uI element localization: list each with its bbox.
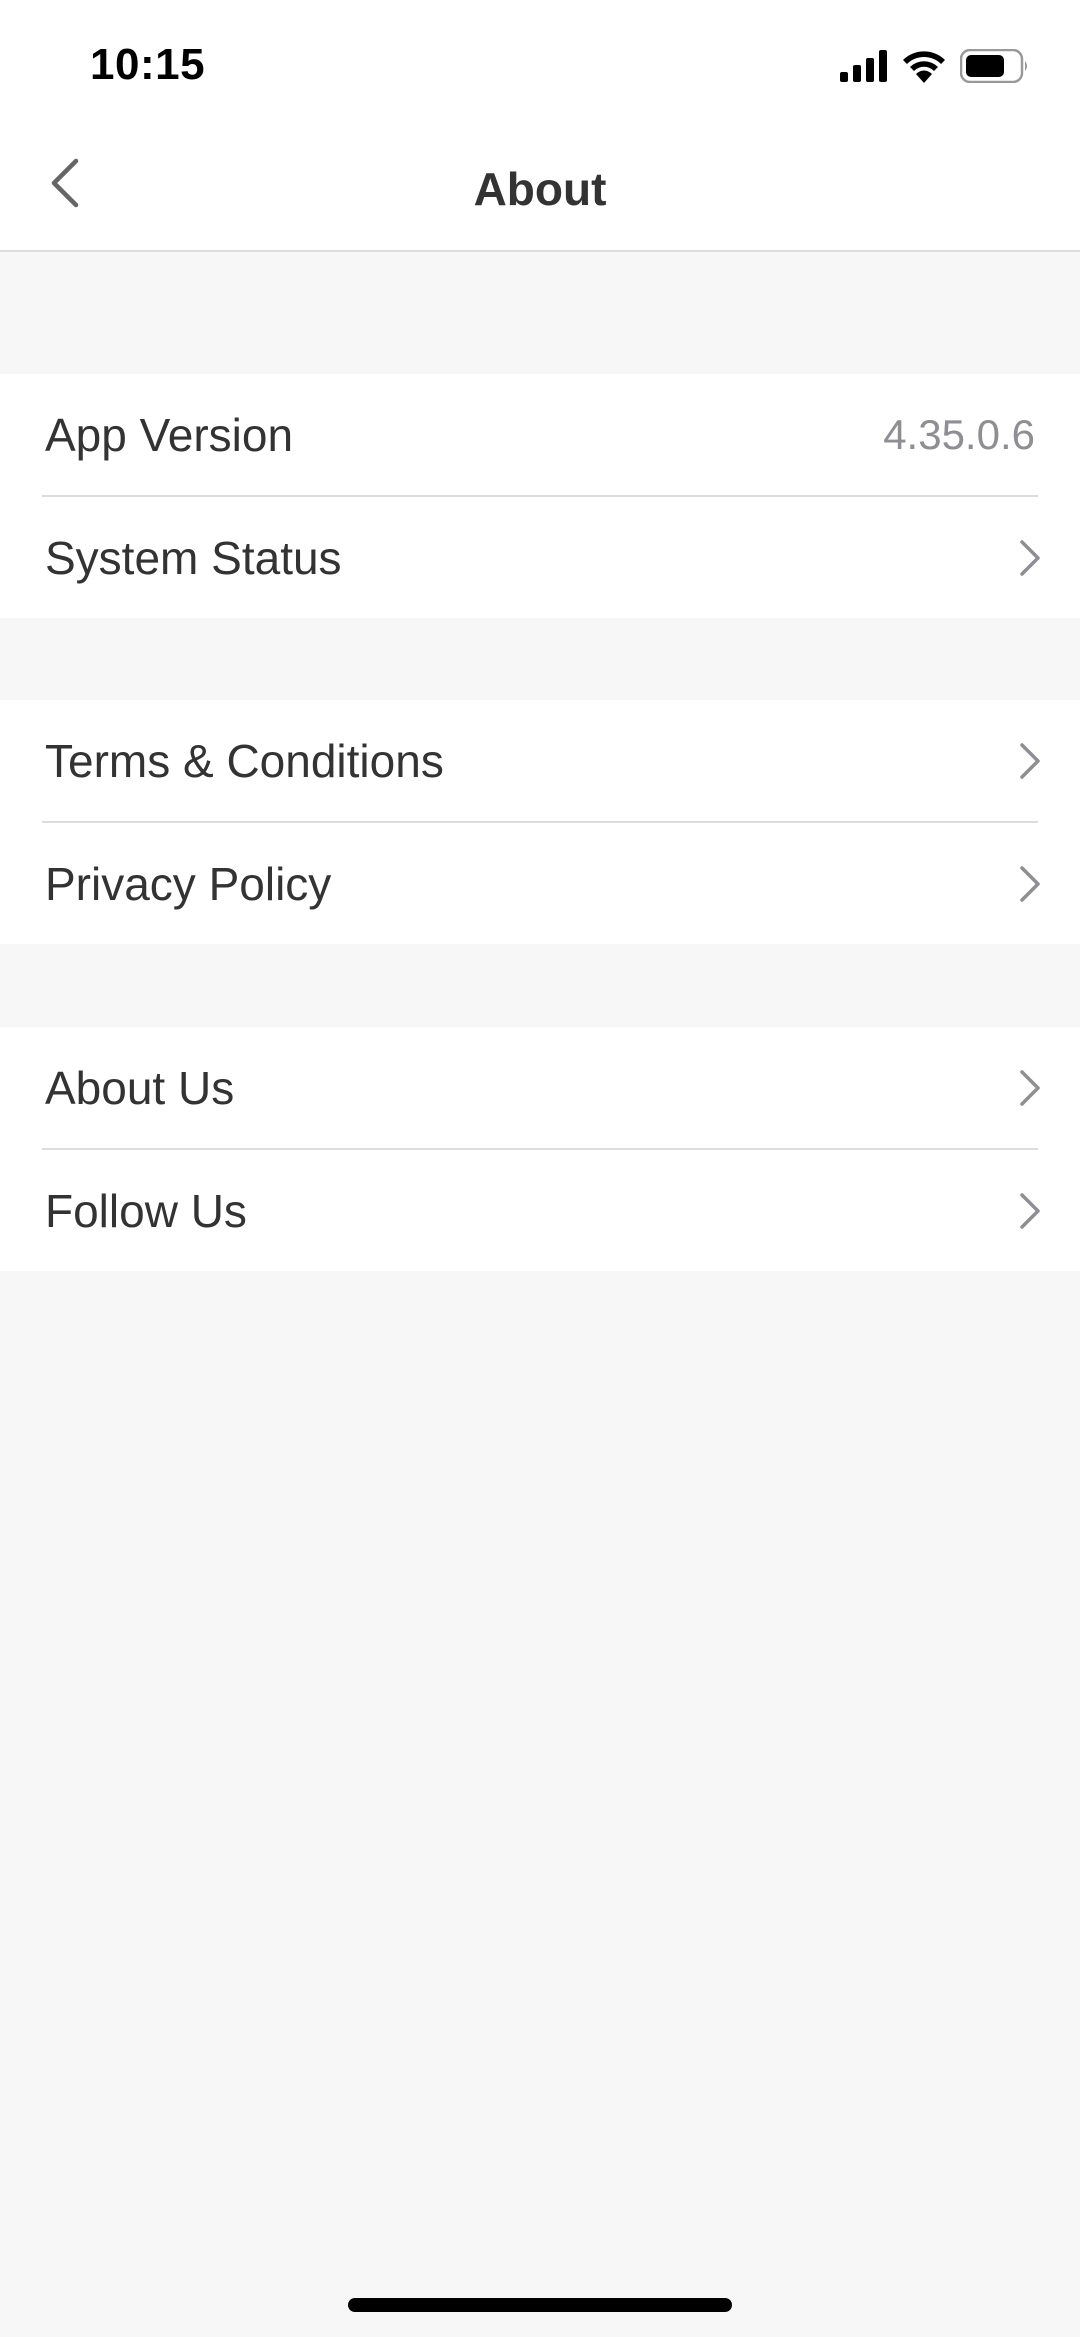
list-item-privacy-policy[interactable]: Privacy Policy [42, 821, 1040, 944]
status-time: 10:15 [90, 40, 206, 89]
app-version-value: 4.35.0.6 [883, 410, 1035, 458]
home-indicator [348, 2298, 732, 2312]
status-icons [840, 48, 1030, 88]
list-item-label: About Us [45, 1061, 235, 1114]
settings-group-legal: Terms & Conditions Privacy Policy [0, 700, 1080, 944]
chevron-right-icon [1015, 538, 1045, 578]
settings-group-company: About Us Follow Us [0, 1027, 1080, 1271]
list-item-label: Terms & Conditions [45, 734, 444, 787]
list-item-about-us[interactable]: About Us [0, 1027, 1080, 1148]
list-item-system-status[interactable]: System Status [42, 495, 1040, 618]
list-item-label: Follow Us [45, 1184, 247, 1237]
list-item-terms-conditions[interactable]: Terms & Conditions [0, 700, 1080, 821]
chevron-right-icon [1015, 1068, 1045, 1108]
status-bar: 10:15 [0, 0, 1080, 130]
list-item-app-version: App Version 4.35.0.6 [0, 374, 1080, 495]
wifi-icon [902, 49, 946, 88]
cellular-signal-icon [840, 49, 888, 87]
battery-icon [959, 48, 1030, 88]
list-item-follow-us[interactable]: Follow Us [42, 1148, 1040, 1271]
nav-bar: About [0, 130, 1080, 252]
chevron-right-icon [1015, 1191, 1045, 1231]
page-title: About [473, 163, 607, 215]
settings-group-app: App Version 4.35.0.6 System Status [0, 374, 1080, 618]
list-item-label: App Version [45, 408, 294, 461]
list-item-label: Privacy Policy [45, 857, 332, 910]
chevron-right-icon [1015, 741, 1045, 781]
chevron-right-icon [1015, 864, 1045, 904]
list-item-label: System Status [45, 531, 342, 584]
